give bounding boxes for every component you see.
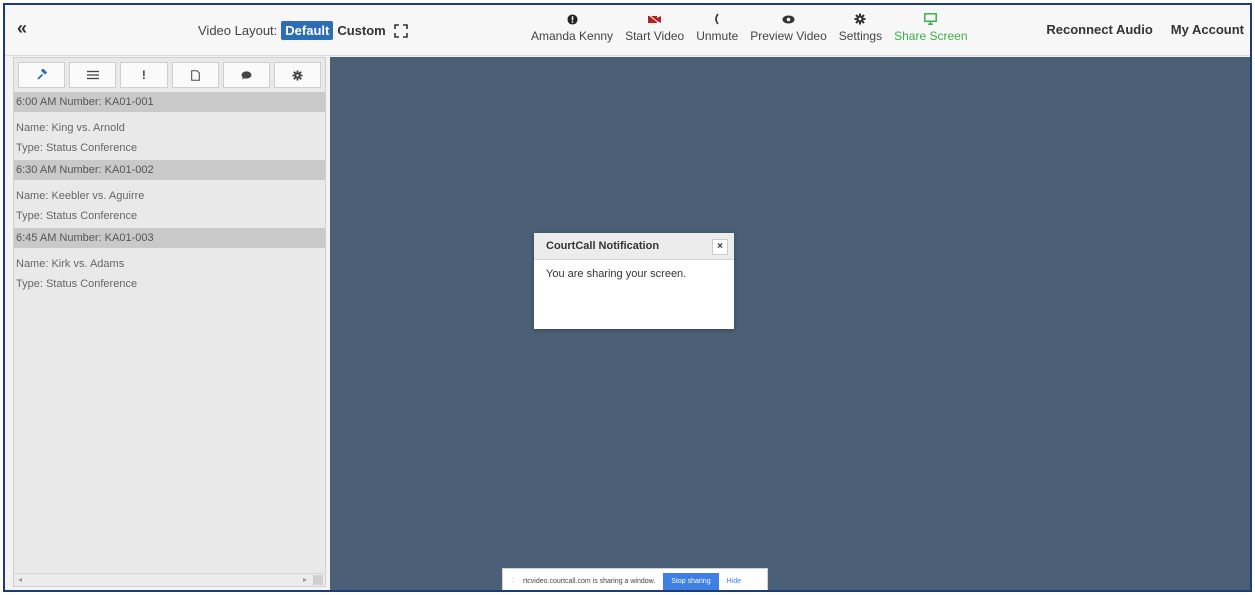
video-camera-icon: [647, 11, 662, 27]
scroll-left-icon[interactable]: ◂: [18, 575, 22, 584]
top-bar: « Video Layout: Default Custom Amanda Ke…: [5, 5, 1250, 56]
layout-default-button[interactable]: Default: [281, 21, 334, 40]
phone-icon: [713, 11, 721, 27]
share-screen-button[interactable]: Share Screen: [888, 11, 973, 43]
chat-icon[interactable]: [222, 62, 270, 88]
document-icon[interactable]: [171, 62, 219, 88]
gear-icon: [854, 11, 866, 27]
my-account-link[interactable]: My Account: [1171, 22, 1244, 37]
drag-handle-icon[interactable]: ⋮: [509, 577, 517, 586]
scroll-right-icon[interactable]: ▸: [303, 575, 307, 584]
stop-sharing-button[interactable]: Stop sharing: [663, 572, 719, 590]
hide-button[interactable]: Hide: [727, 578, 741, 585]
reconnect-audio-link[interactable]: Reconnect Audio: [1046, 22, 1152, 37]
dialog-message: You are sharing your screen.: [546, 268, 687, 280]
sidebar-tabs: !: [14, 58, 325, 90]
scrollbar-corner: [313, 575, 323, 585]
list-icon[interactable]: [69, 62, 117, 88]
preview-video-label: Preview Video: [750, 29, 827, 43]
unmute-button[interactable]: Unmute: [690, 11, 744, 43]
case-name: Name: Keebler vs. Aguirre: [16, 190, 145, 202]
video-area: CourtCall Notification × You are sharing…: [330, 57, 1250, 590]
start-video-label: Start Video: [625, 29, 685, 43]
case-list: 6:00 AM Number: KA01-001 Name: King vs. …: [14, 92, 325, 294]
top-right-links: Reconnect Audio My Account: [1046, 22, 1244, 37]
notification-dialog: CourtCall Notification × You are sharing…: [534, 233, 734, 329]
preview-video-button[interactable]: Preview Video: [744, 11, 833, 43]
gavel-icon[interactable]: [18, 62, 66, 88]
user-name-button[interactable]: Amanda Kenny: [525, 11, 619, 43]
user-name-label: Amanda Kenny: [531, 29, 614, 43]
case-name: Name: Kirk vs. Adams: [16, 258, 125, 270]
video-layout-group: Video Layout: Default Custom: [198, 21, 408, 40]
fullscreen-icon[interactable]: [393, 23, 408, 38]
settings-label: Settings: [838, 29, 883, 43]
case-name: Name: King vs. Arnold: [16, 122, 125, 134]
unmute-label: Unmute: [696, 29, 739, 43]
monitor-icon: [924, 11, 938, 27]
case-header[interactable]: 6:00 AM Number: KA01-001: [14, 92, 325, 112]
screen-share-bar: ⋮ rtcvideo.courtcall.com is sharing a wi…: [502, 568, 768, 590]
case-type: Type: Status Conference: [16, 278, 138, 290]
toolbar: Amanda Kenny Start Video Unmute Preview …: [525, 11, 974, 43]
info-icon: [566, 11, 578, 27]
start-video-button[interactable]: Start Video: [619, 11, 690, 43]
case-header[interactable]: 6:45 AM Number: KA01-003: [14, 228, 325, 248]
exclamation-icon[interactable]: !: [120, 62, 168, 88]
gear-icon[interactable]: [273, 62, 322, 88]
horizontal-scrollbar[interactable]: ◂ ▸: [14, 573, 325, 586]
case-type: Type: Status Conference: [16, 210, 138, 222]
video-layout-label: Video Layout:: [198, 23, 278, 38]
app-window: « Video Layout: Default Custom Amanda Ke…: [3, 3, 1252, 592]
layout-custom-button[interactable]: Custom: [337, 23, 385, 38]
case-header[interactable]: 6:30 AM Number: KA01-002: [14, 160, 325, 180]
settings-button[interactable]: Settings: [833, 11, 888, 43]
share-screen-label: Share Screen: [894, 29, 968, 43]
close-icon[interactable]: ×: [712, 239, 728, 255]
eye-icon: [782, 11, 795, 27]
dialog-title: CourtCall Notification: [546, 240, 660, 252]
dialog-header: CourtCall Notification ×: [534, 233, 734, 260]
case-type: Type: Status Conference: [16, 142, 138, 154]
double-chevron-left-icon[interactable]: «: [17, 19, 27, 37]
share-status-text: rtcvideo.courtcall.com is sharing a wind…: [523, 577, 656, 585]
sidebar: ! 6:00 AM Number: KA01-001 Name: King vs…: [13, 57, 326, 587]
